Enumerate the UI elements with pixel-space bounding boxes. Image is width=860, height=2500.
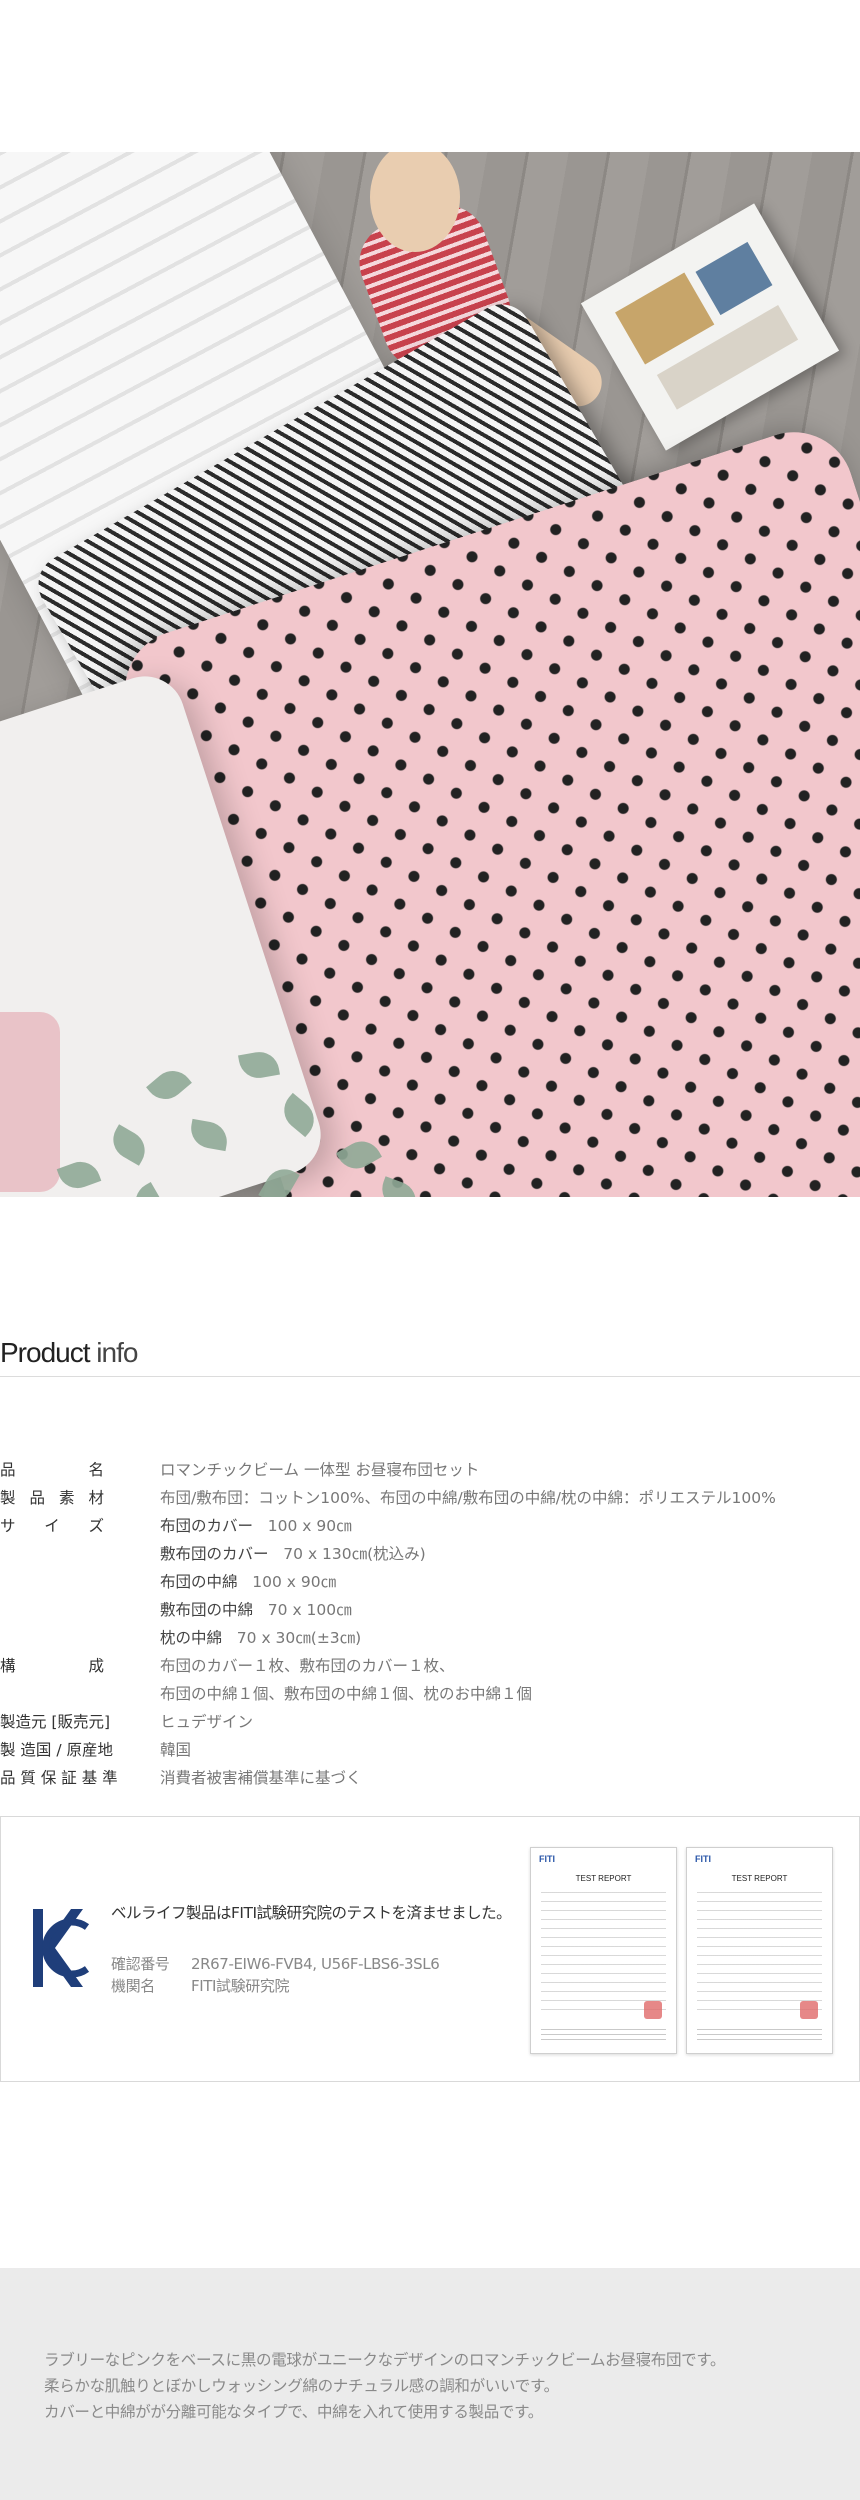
spec-label: 製造元 [販売元]: [0, 1713, 111, 1731]
product-info-heading: Product info: [0, 1336, 138, 1369]
confirm-label: 確認番号: [111, 1955, 170, 1973]
leaf: [128, 1182, 170, 1197]
certification-headline: ベルライフ製品はFITI試験研究院のテストを済ませました。: [111, 1904, 512, 1922]
report-text-lines: [541, 1892, 666, 2012]
agency-label: 機関名: [111, 1977, 155, 1995]
spec-label: 品 名: [0, 1456, 104, 1484]
magazine-photo: [695, 241, 773, 316]
spec-row-size: サ イ ズ 布団のカバー 100 x 90㎝ 敷布団のカバー 70 x 130㎝…: [0, 1512, 860, 1652]
size-name: 布団の中綿: [160, 1573, 238, 1591]
product-photo: [0, 152, 860, 1197]
test-report-image: FITI TEST REPORT: [530, 1847, 677, 2054]
description-line: ラブリーなピンクをベースに黒の電球がユニークなデザインのロマンチックビームお昼寝…: [44, 2351, 726, 2369]
confirm-number: 確認番号 2R67-EIW6-FVB4, U56F-LBS6-3SL6: [111, 1953, 440, 1974]
kc-mark-icon: [33, 1909, 89, 1987]
spec-label: 製 品 素 材: [0, 1484, 104, 1512]
composition-line: 布団の中綿１個、敷布団の中綿１個、枕のお中綿１個: [160, 1685, 533, 1703]
test-report-image: FITI TEST REPORT: [686, 1847, 833, 2054]
leaf: [258, 1162, 300, 1197]
confirm-value: 2R67-EIW6-FVB4, U56F-LBS6-3SL6: [191, 1955, 440, 1973]
eucalyptus-plant: [20, 1032, 500, 1197]
spec-row-origin: 製 造国 / 原産地 韓国: [0, 1736, 860, 1764]
leaf: [56, 1156, 102, 1194]
leaf: [188, 1118, 230, 1152]
label-char: 製: [0, 1489, 16, 1507]
leaf: [106, 1124, 152, 1166]
spec-row-quality: 品 質 保 証 基 準 消費者被害補償基準に基づく: [0, 1764, 860, 1792]
spec-row-manufacturer: 製造元 [販売元] ヒュデザイン: [0, 1708, 860, 1736]
product-description: ラブリーなピンクをベースに黒の電球がユニークなデザインのロマンチックビームお昼寝…: [0, 2268, 860, 2500]
heading-light: info: [89, 1337, 138, 1368]
spec-label: 品 質 保 証 基 準: [0, 1769, 118, 1787]
label-char: 品: [29, 1489, 45, 1507]
report-title: TEST REPORT: [575, 1874, 632, 1883]
size-value: 70 x 100㎝: [267, 1601, 352, 1619]
size-line: 枕の中綿 70 x 30㎝(±3㎝): [160, 1624, 426, 1652]
label-char: ズ: [88, 1517, 104, 1535]
report-footer: [541, 2029, 666, 2043]
spec-label: 構 成: [0, 1652, 104, 1708]
leaf: [276, 1092, 322, 1138]
spec-value: 布団のカバー 100 x 90㎝ 敷布団のカバー 70 x 130㎝(枕込み) …: [160, 1512, 426, 1652]
size-value: 70 x 30㎝(±3㎝): [236, 1629, 362, 1647]
spec-value: ロマンチックビーム 一体型 お昼寝布団セット: [160, 1461, 480, 1479]
label-char: 品: [0, 1461, 16, 1479]
label-char: サ: [0, 1517, 16, 1535]
label-char: 素: [58, 1489, 75, 1507]
size-name: 枕の中綿: [160, 1629, 223, 1647]
leaf: [336, 1134, 382, 1176]
spec-value: 消費者被害補償基準に基づく: [160, 1769, 362, 1787]
spec-row-name: 品 名 ロマンチックビーム 一体型 お昼寝布団セット: [0, 1456, 860, 1484]
composition-line: 布団のカバー１枚、敷布団のカバー１枚、: [160, 1657, 455, 1675]
certification-box: ベルライフ製品はFITI試験研究院のテストを済ませました。 確認番号 2R67-E…: [0, 1816, 860, 2082]
label-char: 名: [88, 1461, 104, 1479]
label-char: 材: [88, 1489, 104, 1507]
spec-row-material: 製 品 素 材 布団/敷布団：コットン100%、布団の中綿/敷布団の中綿/枕の中…: [0, 1484, 860, 1512]
size-value: 100 x 90㎝: [267, 1517, 352, 1535]
spec-label: サ イ ズ: [0, 1512, 104, 1652]
stamp-icon: [800, 2001, 818, 2019]
label-char: 成: [88, 1657, 104, 1675]
spec-value: 韓国: [160, 1741, 192, 1759]
size-line: 敷布団のカバー 70 x 130㎝(枕込み): [160, 1540, 426, 1568]
heading-strong: Product: [0, 1337, 90, 1368]
divider: [0, 1376, 860, 1377]
fiti-logo: FITI: [539, 1854, 555, 1864]
leaf: [238, 1048, 280, 1082]
leaf: [146, 1062, 192, 1108]
description-line: カバーと中綿がが分離可能なタイプで、中綿を入れて使用する製品です。: [44, 2403, 543, 2421]
label-char: イ: [44, 1517, 60, 1535]
size-name: 布団のカバー: [160, 1517, 254, 1535]
agency-name: 機関名 FITI試験研究院: [111, 1975, 289, 1996]
size-name: 敷布団の中綿: [160, 1601, 254, 1619]
report-text-lines: [697, 1892, 822, 2012]
report-title: TEST REPORT: [731, 1874, 788, 1883]
spec-value: 布団のカバー１枚、敷布団のカバー１枚、 布団の中綿１個、敷布団の中綿１個、枕のお…: [160, 1652, 532, 1708]
stamp-icon: [644, 2001, 662, 2019]
product-spec-table: 品 名 ロマンチックビーム 一体型 お昼寝布団セット 製 品 素 材 布団/敷布…: [0, 1456, 860, 1792]
agency-value: FITI試験研究院: [191, 1977, 290, 1995]
size-line: 布団のカバー 100 x 90㎝: [160, 1512, 426, 1540]
size-name: 敷布団のカバー: [160, 1545, 269, 1563]
spec-label: 製 造国 / 原産地: [0, 1741, 114, 1759]
description-line: 柔らかな肌触りとぼかしウォッシング綿のナチュラル感の調和がいいです。: [44, 2377, 559, 2395]
size-line: 布団の中綿 100 x 90㎝: [160, 1568, 426, 1596]
fiti-logo: FITI: [695, 1854, 711, 1864]
spec-value: ヒュデザイン: [160, 1713, 254, 1731]
size-line: 敷布団の中綿 70 x 100㎝: [160, 1596, 426, 1624]
spec-value: 布団/敷布団：コットン100%、布団の中綿/敷布団の中綿/枕の中綿：ポリエステル…: [160, 1489, 776, 1507]
label-char: 構: [0, 1657, 16, 1675]
size-value: 100 x 90㎝: [252, 1573, 337, 1591]
leaf: [376, 1176, 422, 1197]
size-value: 70 x 130㎝(枕込み): [283, 1545, 426, 1563]
report-footer: [697, 2029, 822, 2043]
spec-row-composition: 構 成 布団のカバー１枚、敷布団のカバー１枚、 布団の中綿１個、敷布団の中綿１個…: [0, 1652, 860, 1708]
